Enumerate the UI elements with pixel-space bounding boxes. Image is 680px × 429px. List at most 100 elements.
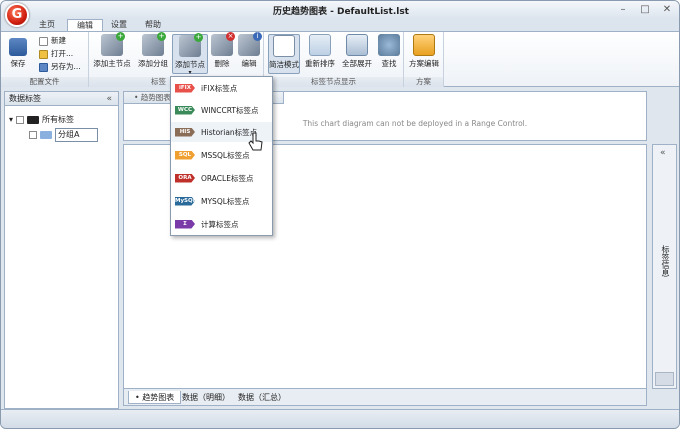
menu-item-label: MSSQL标签点 [201, 150, 250, 160]
data-tags-panel: 数据标签 « ▾ 所有标签 分组A [4, 91, 119, 409]
oracle-icon: ORA [175, 173, 195, 183]
delete-label: 删除 [214, 59, 230, 68]
minimize-button[interactable]: – [617, 4, 629, 15]
ribbon: 保存 新建 打开... 另存为... 配置文件 + 添加主节点 + 添加分组 +… [1, 31, 679, 87]
sort-icon [309, 34, 331, 56]
add-main-node-button[interactable]: + 添加主节点 [92, 32, 132, 69]
collapse-right-icon[interactable]: « [660, 148, 666, 158]
panel-title: 数据标签 [9, 94, 41, 103]
delete-button[interactable]: × 删除 [209, 32, 235, 69]
tab-help[interactable]: 帮助 [139, 19, 167, 31]
tag-add-icon: + [101, 32, 125, 56]
data-tags-panel-header: 数据标签 « [5, 92, 118, 106]
status-bar [1, 409, 679, 428]
scheme-edit-button[interactable]: 方案编辑 [406, 34, 442, 69]
tab-home[interactable]: 主页 [33, 19, 61, 31]
simple-mode-label: 简洁模式 [269, 60, 299, 69]
tab-data-detail[interactable]: 数据（明细） [176, 391, 236, 404]
find-label: 查找 [381, 59, 397, 68]
checkbox[interactable] [16, 116, 25, 124]
scrollbar-thumb[interactable] [655, 372, 674, 386]
tag-root-icon [27, 116, 40, 124]
floppy-disk-icon [9, 38, 27, 56]
checkbox[interactable] [29, 131, 37, 139]
tree-item-label: 所有标签 [42, 115, 75, 124]
group-tag-node-display: 简洁模式 重新排序 全部展开 查找 标签节点显示 [264, 32, 404, 87]
tag-group-icon [40, 131, 52, 139]
maximize-button[interactable]: □ [639, 4, 651, 15]
hand-cursor-icon [248, 132, 263, 151]
tree-item-all-tags[interactable]: ▾ 所有标签 [9, 114, 74, 126]
app-logo-icon[interactable]: G [5, 3, 29, 27]
window-controls: – □ ✕ [617, 4, 673, 15]
menu-item-ifix[interactable]: iFIX iFIX标签点 [171, 78, 272, 98]
open-label: 打开... [51, 49, 74, 58]
tag-edit-icon: i [238, 32, 262, 56]
add-node-button[interactable]: + 添加节点 ▾ [172, 33, 208, 76]
new-label: 新建 [51, 36, 66, 45]
menu-item-label: MYSQL标签点 [201, 196, 250, 206]
group-label-config-file: 配置文件 [1, 77, 88, 87]
folder-open-icon [39, 49, 48, 59]
tag-info-panel: « 标签信息 [652, 144, 677, 389]
resort-label: 重新排序 [305, 59, 335, 68]
tab-data-summary[interactable]: 数据（汇总） [232, 391, 292, 404]
tree-expander-icon[interactable]: ▾ [9, 114, 13, 126]
collapse-left-icon[interactable]: « [106, 92, 112, 106]
menu-item-calculated[interactable]: Σ 计算标签点 [171, 214, 272, 234]
add-group-button[interactable]: + 添加分组 [135, 32, 171, 69]
menu-item-mysql[interactable]: MySQL MYSQL标签点 [171, 191, 272, 211]
add-group-label: 添加分组 [138, 59, 168, 68]
save-as-icon [39, 62, 48, 72]
mssql-icon: SQL [175, 150, 195, 160]
window-title: 历史趋势图表 - DefaultList.lst [272, 7, 409, 17]
group-config-file: 保存 新建 打开... 另存为... 配置文件 [1, 32, 89, 87]
tag-group-add-icon: + [142, 32, 166, 56]
tag-delete-icon: × [211, 32, 235, 56]
resort-button[interactable]: 重新排序 [303, 34, 337, 69]
menu-item-label: iFIX标签点 [201, 83, 238, 93]
edit-button[interactable]: i 编辑 [236, 32, 262, 69]
new-file-icon [39, 36, 48, 46]
add-node-menu: iFIX iFIX标签点 WCC WINCCRT标签点 HIS Historia… [170, 76, 273, 236]
tag-node-add-icon: + [179, 33, 203, 57]
menu-item-wincc[interactable]: WCC WINCCRT标签点 [171, 100, 272, 120]
expand-all-icon [346, 34, 368, 56]
historian-icon: HIS [175, 127, 195, 137]
tab-settings[interactable]: 设置 [105, 19, 133, 31]
close-button[interactable]: ✕ [661, 4, 673, 15]
expand-all-label: 全部展开 [342, 59, 372, 68]
new-button[interactable]: 新建 [39, 35, 66, 47]
tab-trend-chart[interactable]: • 趋势图表 [128, 391, 182, 404]
sigma-icon: Σ [175, 219, 195, 229]
title-bar: 历史趋势图表 - DefaultList.lst – □ ✕ [1, 1, 679, 19]
mysql-icon: MySQL [175, 196, 197, 206]
save-as-label: 另存为... [51, 62, 81, 71]
ribbon-tab-strip: 主页 编辑 设置 帮助 [1, 19, 679, 32]
expand-all-button[interactable]: 全部展开 [340, 34, 374, 69]
menu-item-label: 计算标签点 [201, 219, 239, 229]
add-main-node-label: 添加主节点 [93, 59, 131, 68]
save-as-button[interactable]: 另存为... [39, 61, 81, 73]
group-label-scheme: 方案 [404, 77, 443, 87]
open-button[interactable]: 打开... [39, 48, 73, 60]
group-label-tag-node-display: 标签节点显示 [264, 77, 403, 87]
tree-item-label: 分组A [55, 128, 99, 142]
tag-info-label[interactable]: 标签信息 [659, 245, 671, 277]
folder-edit-icon [413, 34, 435, 56]
save-label: 保存 [10, 59, 26, 68]
wincc-icon: WCC [175, 105, 195, 115]
ifix-icon: iFIX [175, 83, 195, 93]
menu-item-label: ORACLE标签点 [201, 173, 254, 183]
app-window: 历史趋势图表 - DefaultList.lst – □ ✕ G 主页 编辑 设… [0, 0, 680, 429]
find-button[interactable]: 查找 [376, 34, 402, 69]
add-node-label: 添加节点 [175, 60, 205, 69]
save-button[interactable]: 保存 [5, 34, 31, 69]
menu-item-oracle[interactable]: ORA ORACLE标签点 [171, 168, 272, 188]
group-scheme: 方案编辑 方案 [404, 32, 444, 87]
menu-item-label: WINCCRT标签点 [201, 105, 259, 115]
list-view-icon [273, 35, 295, 57]
scheme-edit-label: 方案编辑 [409, 59, 439, 68]
tree-item-group-a[interactable]: 分组A [29, 128, 99, 142]
simple-mode-button[interactable]: 简洁模式 [268, 34, 300, 74]
